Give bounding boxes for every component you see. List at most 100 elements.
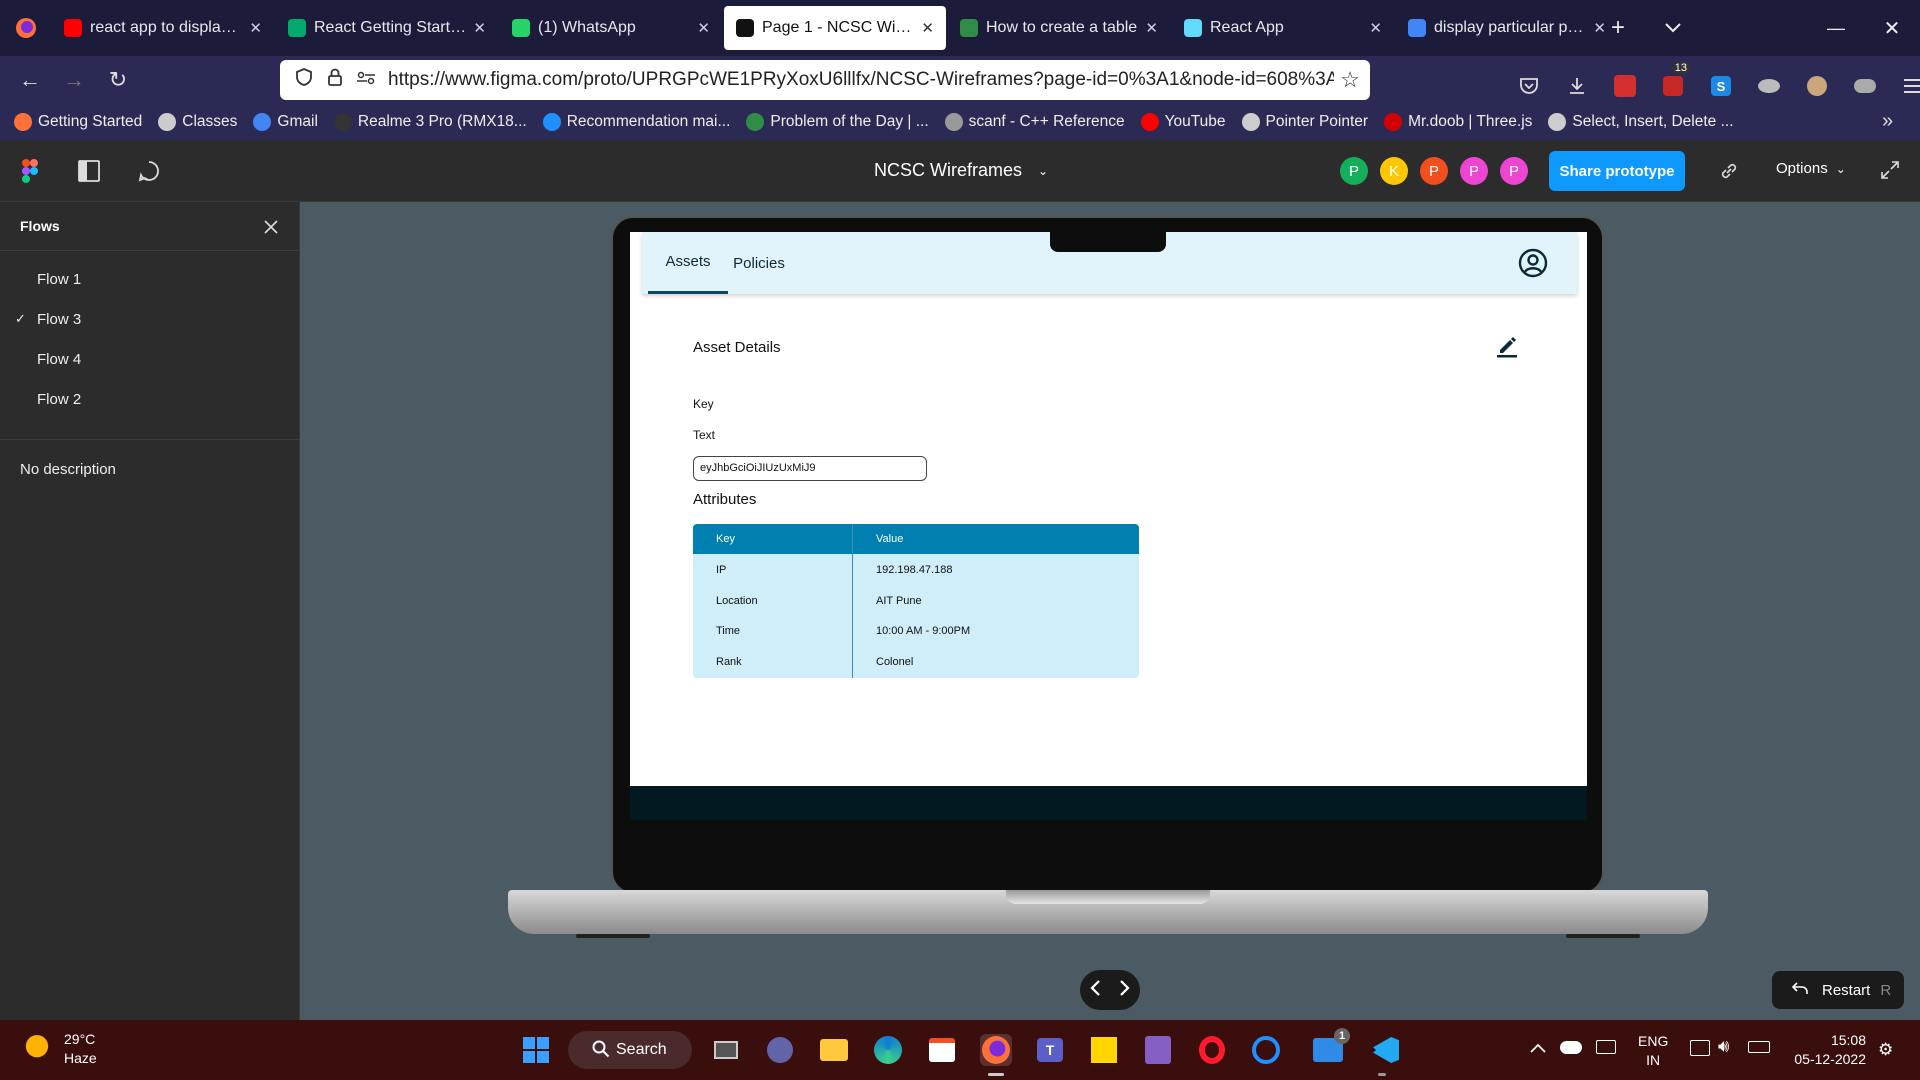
mail-icon[interactable]: 1 [1312,1028,1350,1066]
collaborator-avatar[interactable]: P [1460,157,1488,185]
bookmark-item[interactable]: scanf - C++ Reference [944,113,1125,131]
chevron-up-icon[interactable] [1530,1040,1546,1058]
owl-extension-icon[interactable] [1802,64,1832,108]
collaborator-avatar[interactable]: K [1380,157,1408,185]
taskbar-search-box[interactable]: Search [568,1031,692,1069]
flow-item[interactable]: Flow 1 [37,271,81,288]
collaborator-avatar[interactable]: P [1340,157,1368,185]
browser-tab[interactable]: React Getting Started ✕ [276,6,498,50]
browser-tab[interactable]: Page 1 - NCSC Wireframes ✕ [724,6,946,50]
bookmark-item[interactable]: Select, Insert, Delete ... [1548,113,1734,131]
comment-icon[interactable] [138,160,160,187]
fullscreen-expand-icon[interactable] [1880,160,1900,185]
list-all-tabs-chevron-icon[interactable] [1657,12,1689,44]
app-tab-policies[interactable]: Policies [724,232,794,294]
back-arrow-icon[interactable]: ← [8,58,52,102]
close-tab-icon[interactable]: ✕ [249,19,262,37]
close-tab-icon[interactable]: ✕ [697,19,710,37]
onedrive-cloud-icon[interactable] [1560,1041,1582,1054]
hamburger-menu-icon[interactable] [1898,64,1920,108]
next-frame-arrow-icon[interactable] [1119,979,1131,1002]
more-bookmarks-chevron-icon[interactable]: » [1882,110,1893,133]
browser-tab[interactable]: display particular person✕ [1396,6,1618,50]
lock-icon[interactable] [326,67,344,93]
figma-logo-icon[interactable] [22,159,38,188]
user-account-icon[interactable] [1518,248,1548,283]
downloads-icon[interactable] [1562,64,1592,108]
bookmark-item[interactable]: Mr.doob | Three.js [1384,113,1532,131]
forward-arrow-icon[interactable]: → [52,58,96,102]
network-display-icon[interactable] [1690,1040,1710,1056]
browser-tab[interactable]: How to create a table ✕ [948,6,1170,50]
weather-widget[interactable]: 29°C Haze [20,1030,97,1068]
previous-frame-arrow-icon[interactable] [1089,979,1101,1002]
bookmark-star-icon[interactable]: ☆ [1340,67,1360,93]
sidebar-toggle-icon[interactable] [78,160,100,187]
cortana-icon[interactable] [1250,1034,1282,1066]
bookmark-item[interactable]: Gmail [253,113,318,131]
volume-icon[interactable]: 🔊︎ [1718,1036,1729,1057]
restart-button[interactable]: Restart R [1772,971,1904,1009]
attributes-table: Key Value IP 192.198.47.188 Location AIT Pune… [693,524,1139,678]
pocket-icon[interactable] [1514,64,1544,108]
eye-extension-icon[interactable] [1754,64,1784,108]
bookmark-item[interactable]: Recommendation mai... [542,113,730,131]
app-tab-assets[interactable]: Assets [648,232,728,294]
address-bar[interactable]: https://www.figma.com/proto/UPRGPcWE1PRy… [280,60,1370,100]
copy-link-icon[interactable] [1718,160,1740,187]
s-extension-icon[interactable]: S [1706,64,1736,108]
collaborator-avatar[interactable]: P [1500,157,1528,185]
file-explorer-icon[interactable] [818,1034,850,1066]
bookmark-item[interactable]: Getting Started [14,113,142,131]
flow-item[interactable]: Flow 4 [37,351,81,368]
edge-browser-icon[interactable] [872,1034,904,1066]
battery-icon[interactable] [1748,1041,1770,1053]
visual-studio-icon[interactable] [1142,1034,1174,1066]
key-value-input[interactable]: eyJhbGciOiJIUzUxMiJ9 [693,456,927,481]
close-tab-icon[interactable]: ✕ [1369,19,1382,37]
reload-icon[interactable]: ↻ [96,58,140,102]
permissions-icon[interactable] [356,69,376,91]
windows-start-icon[interactable] [520,1034,552,1066]
bookmark-item[interactable]: Realme 3 Pro (RMX18... [333,113,527,131]
close-tab-icon[interactable]: ✕ [473,19,486,37]
task-view-icon[interactable] [710,1034,742,1066]
close-tab-icon[interactable]: ✕ [1145,19,1158,37]
url-text[interactable]: https://www.figma.com/proto/UPRGPcWE1PRy… [388,69,1334,91]
teams-icon[interactable]: T [1034,1034,1066,1066]
vscode-icon[interactable] [1370,1034,1402,1066]
close-tab-icon[interactable]: ✕ [921,19,934,37]
browser-tab[interactable]: React App ✕ [1172,6,1394,50]
cloud-extension-icon[interactable] [1850,64,1880,108]
clock[interactable]: 15:08 05-12-2022 [1786,1031,1866,1069]
new-tab-button[interactable]: + [1602,12,1634,44]
bookmark-item[interactable]: YouTube [1140,113,1226,131]
collaborator-avatar[interactable]: P [1420,157,1448,185]
flow-item[interactable]: ✓ Flow 3 [15,311,81,328]
options-dropdown[interactable]: Options ⌄ [1776,160,1846,177]
keyboard-icon[interactable] [1596,1040,1616,1054]
flow-item[interactable]: Flow 2 [37,391,81,408]
microsoft-store-icon[interactable] [926,1034,958,1066]
meet-chat-icon[interactable] [764,1034,796,1066]
browser-tab[interactable]: react app to display data ✕ [52,6,274,50]
close-icon[interactable] [263,219,279,240]
firefox-menu-icon[interactable] [0,0,52,56]
minimize-window-icon[interactable]: — [1808,0,1864,56]
share-prototype-button[interactable]: Share prototype [1549,151,1685,191]
tracking-shield-icon[interactable] [294,67,314,93]
edit-pencil-icon[interactable] [1496,334,1518,363]
firefox-taskbar-icon[interactable] [980,1034,1012,1066]
bookmark-item[interactable]: Problem of the Day | ... [746,113,929,131]
highlighter-extension-icon[interactable] [1610,64,1640,108]
bookmark-item[interactable]: Pointer Pointer [1241,113,1368,131]
bookmark-item[interactable]: Classes [158,113,237,131]
browser-tab[interactable]: (1) WhatsApp ✕ [500,6,722,50]
sticky-notes-icon[interactable] [1088,1034,1120,1066]
extension-with-badge-icon[interactable]: 13 [1658,62,1690,108]
opera-icon[interactable] [1196,1034,1228,1066]
notification-settings-icon[interactable]: ⚙ [1878,1040,1893,1060]
close-window-icon[interactable]: ✕ [1864,0,1920,56]
language-indicator[interactable]: ENG IN [1638,1032,1668,1070]
file-title-dropdown[interactable]: NCSC Wireframes ⌄ [874,160,1048,181]
